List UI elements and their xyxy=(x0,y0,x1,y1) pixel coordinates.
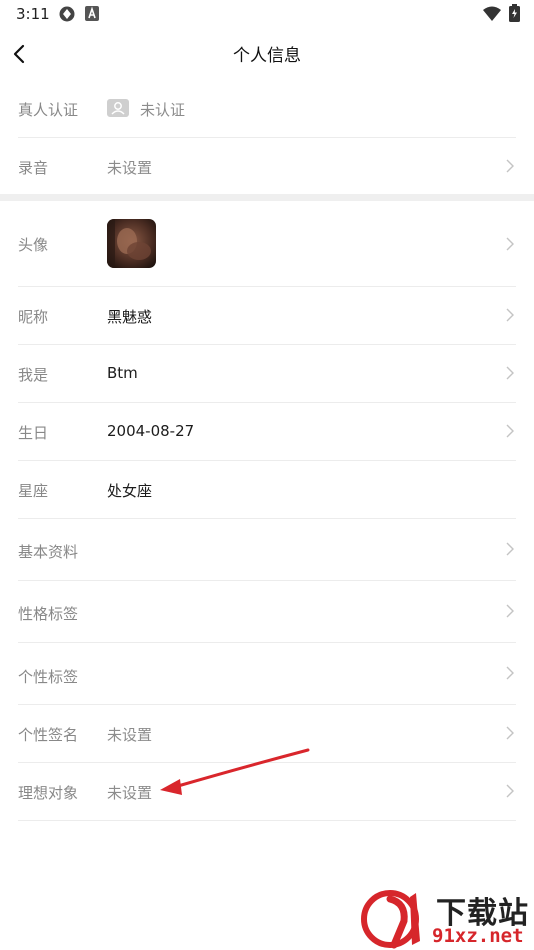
row-label: 理想对象 xyxy=(18,784,79,802)
status-time: 3:11 xyxy=(16,5,50,23)
row-label: 生日 xyxy=(18,424,49,442)
chevron-right-icon xyxy=(506,159,514,173)
row-signature[interactable]: 个性签名 未设置 xyxy=(18,705,516,763)
row-label: 性格标签 xyxy=(18,605,79,623)
row-value: 黑魅惑 xyxy=(107,308,153,326)
row-label: 昵称 xyxy=(18,308,49,326)
row-value: Btm xyxy=(107,364,138,382)
row-nickname[interactable]: 昵称 黑魅惑 xyxy=(18,287,516,345)
row-label: 我是 xyxy=(18,366,49,384)
row-value: 处女座 xyxy=(107,482,153,500)
row-label: 真人认证 xyxy=(18,101,79,119)
chevron-right-icon xyxy=(506,542,514,556)
sync-icon xyxy=(59,6,75,22)
row-value: 未设置 xyxy=(107,784,153,802)
chevron-right-icon xyxy=(506,666,514,680)
row-avatar[interactable]: 头像 xyxy=(18,201,516,287)
app-bar: 个人信息 xyxy=(0,28,534,80)
row-value: 未设置 xyxy=(107,726,153,744)
section-divider xyxy=(0,194,534,201)
chevron-right-icon xyxy=(506,604,514,618)
row-label: 个性标签 xyxy=(18,668,79,686)
row-label: 录音 xyxy=(18,159,49,177)
row-value: 未认证 xyxy=(140,101,186,119)
row-label: 基本资料 xyxy=(18,543,79,561)
row-real-person-verification[interactable]: 真人认证 未认证 xyxy=(18,80,516,138)
chevron-right-icon xyxy=(506,366,514,380)
chevron-right-icon xyxy=(506,424,514,438)
row-i-am[interactable]: 我是 Btm xyxy=(18,345,516,403)
watermark-url: 91xz.net xyxy=(432,925,524,947)
page-title: 个人信息 xyxy=(233,46,301,66)
row-voice-recording[interactable]: 录音 未设置 xyxy=(18,138,516,194)
row-zodiac: 星座 处女座 xyxy=(18,461,516,519)
status-bar: 3:11 xyxy=(0,0,534,28)
chevron-right-icon xyxy=(506,784,514,798)
row-birthday[interactable]: 生日 2004-08-27 xyxy=(18,403,516,461)
row-label: 星座 xyxy=(18,482,49,500)
row-personal-tags[interactable]: 个性标签 xyxy=(18,643,516,705)
avatar[interactable] xyxy=(107,219,156,268)
row-label: 个性签名 xyxy=(18,726,79,744)
chevron-right-icon xyxy=(506,726,514,740)
chevron-right-icon xyxy=(506,237,514,251)
battery-icon xyxy=(509,4,520,22)
row-label: 头像 xyxy=(18,236,49,254)
row-character-tags[interactable]: 性格标签 xyxy=(18,581,516,643)
face-verify-icon xyxy=(107,99,129,117)
row-ideal-partner[interactable]: 理想对象 未设置 xyxy=(18,763,516,821)
chevron-right-icon xyxy=(506,308,514,322)
row-basic-info[interactable]: 基本资料 xyxy=(18,519,516,581)
wifi-icon xyxy=(483,6,501,21)
app-notification-icon xyxy=(85,6,99,21)
row-value: 未设置 xyxy=(107,159,153,177)
row-value: 2004-08-27 xyxy=(107,422,195,440)
